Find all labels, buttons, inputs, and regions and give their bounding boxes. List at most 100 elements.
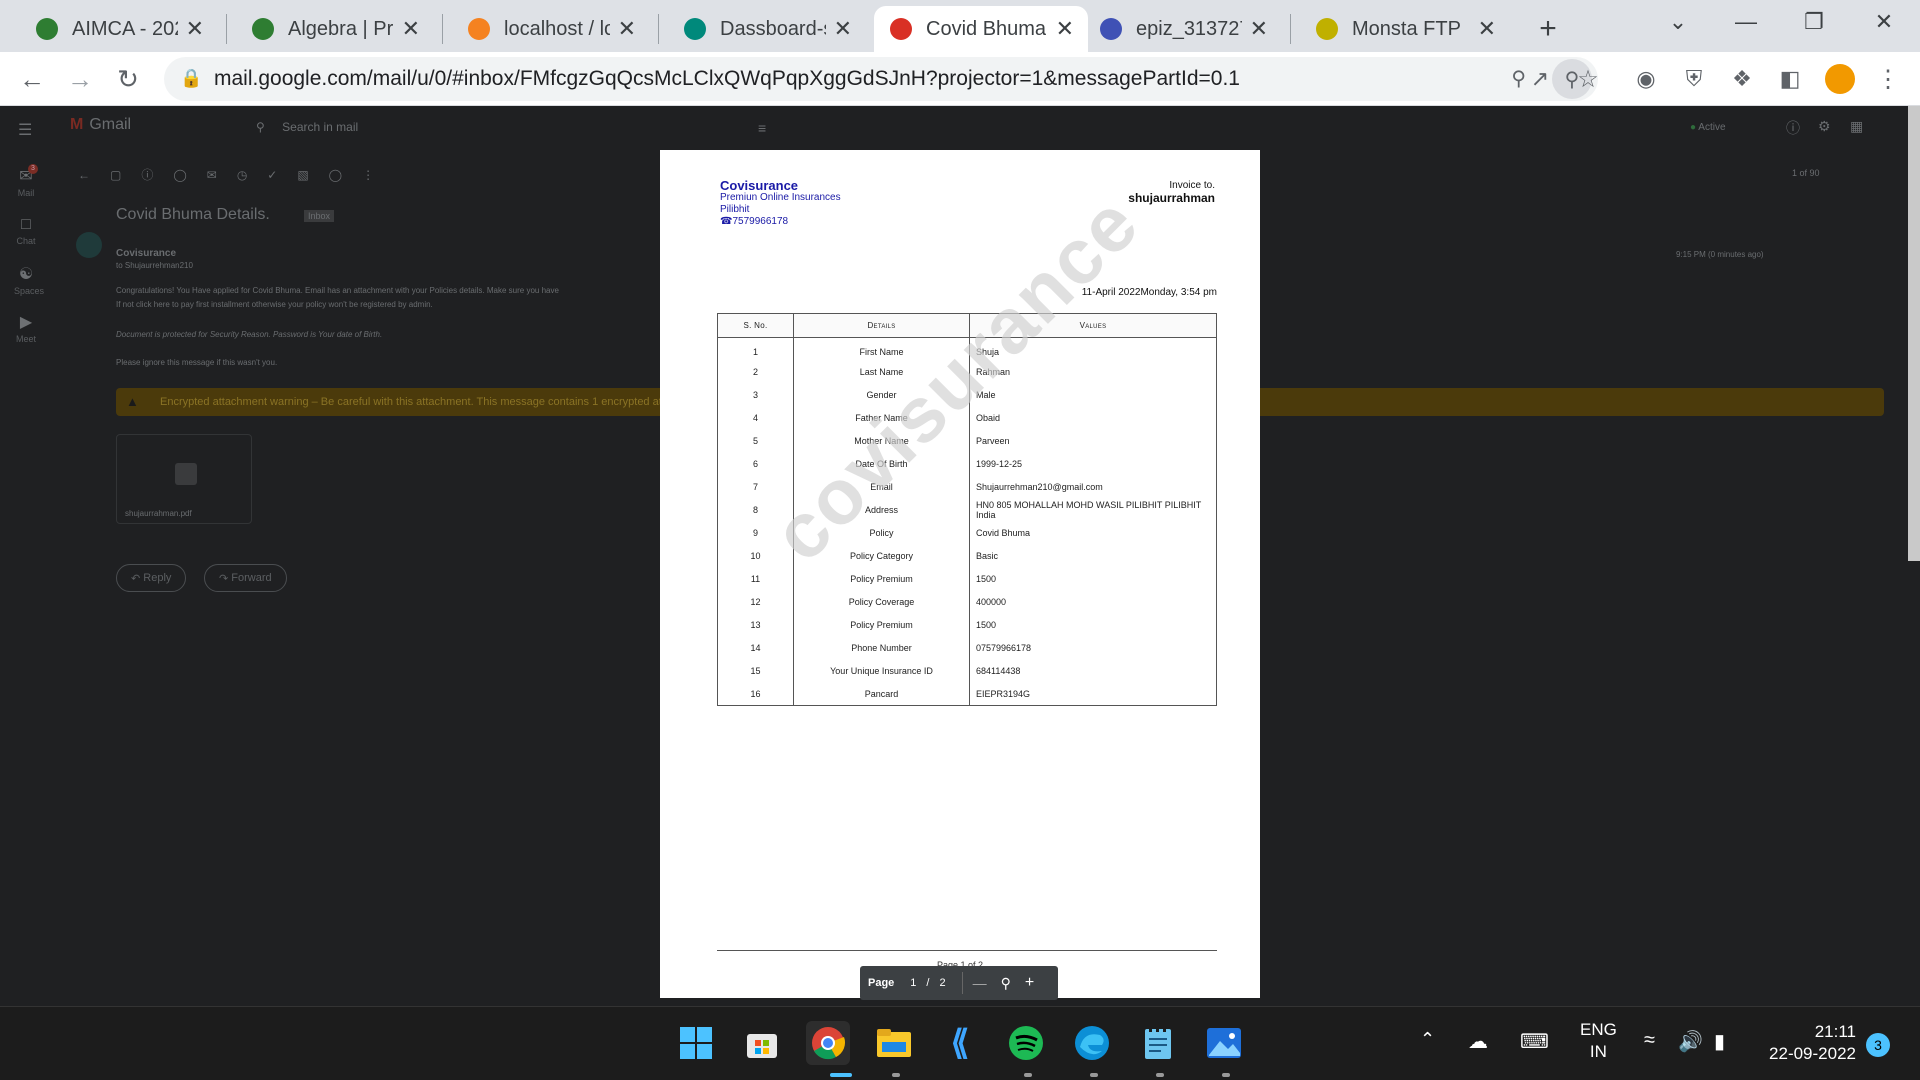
- share-icon[interactable]: ↗: [1522, 61, 1558, 97]
- close-tab-icon[interactable]: ✕: [402, 16, 420, 42]
- cell-value: Basic: [969, 544, 1217, 568]
- onedrive-cloud-icon[interactable]: ☁: [1468, 1029, 1488, 1054]
- store-icon[interactable]: [740, 1021, 784, 1065]
- keyboard-icon[interactable]: ⌨: [1520, 1029, 1549, 1054]
- browser-tab[interactable]: Dassboard-shu ✕: [668, 6, 866, 52]
- new-tab-button[interactable]: +: [1526, 6, 1570, 52]
- attachment-card[interactable]: shujaurrahman.pdf: [116, 434, 252, 524]
- search-input[interactable]: Search in mail: [282, 120, 358, 134]
- tab-separator: [1290, 14, 1291, 44]
- extensions-puzzle-icon[interactable]: ❖: [1724, 61, 1760, 97]
- back-arrow-icon[interactable]: ←: [14, 61, 50, 97]
- file-explorer-icon[interactable]: [872, 1021, 916, 1065]
- close-tab-icon[interactable]: ✕: [1250, 16, 1268, 42]
- browser-tab[interactable]: Algebra | Prob ✕: [236, 6, 434, 52]
- footer-rule: [717, 950, 1217, 951]
- close-tab-icon[interactable]: ✕: [834, 16, 852, 42]
- battery-icon[interactable]: ▮: [1714, 1029, 1725, 1054]
- browser-tab[interactable]: Covid Bhuma D ✕: [874, 6, 1088, 52]
- close-tab-icon[interactable]: ✕: [1478, 16, 1496, 42]
- vscode-icon[interactable]: ⟪: [938, 1021, 982, 1065]
- main-menu-icon[interactable]: ☰: [18, 120, 32, 140]
- restore-button[interactable]: ❐: [1784, 0, 1844, 44]
- table-row: 12 Policy Coverage 400000: [717, 590, 1217, 614]
- close-tab-icon[interactable]: ✕: [186, 16, 204, 42]
- reply-button[interactable]: ↶ Reply: [116, 564, 187, 592]
- forward-label: Forward: [231, 572, 272, 584]
- nav-chat-label: Chat: [16, 236, 36, 246]
- minimize-button[interactable]: —: [1716, 0, 1776, 44]
- forward-arrow-icon[interactable]: →: [62, 61, 98, 97]
- forward-icon: ↷: [219, 572, 232, 585]
- cell-detail: First Name: [793, 337, 970, 361]
- message-counter: 1 of 90: [1792, 168, 1820, 178]
- browser-tab[interactable]: localhost / loca ✕: [452, 6, 650, 52]
- nav-meet[interactable]: ▶ Meet: [14, 312, 38, 344]
- gmail-logo[interactable]: M Gmail: [70, 116, 131, 134]
- forward-button[interactable]: ↷ Forward: [204, 564, 287, 592]
- cell-value: 1500: [969, 567, 1217, 591]
- apps-grid-icon[interactable]: ▦: [1850, 118, 1863, 135]
- nav-spaces[interactable]: ☯ Spaces: [14, 264, 44, 296]
- browser-tab[interactable]: epiz_31372783 ✕: [1084, 6, 1282, 52]
- settings-gear-icon[interactable]: ⚙: [1818, 118, 1831, 135]
- chrome-menu-icon[interactable]: ⋮: [1870, 61, 1906, 97]
- browser-tab[interactable]: Monsta FTP ✕: [1300, 6, 1510, 52]
- profile-avatar[interactable]: [1822, 61, 1858, 97]
- close-window-button[interactable]: ✕: [1854, 0, 1914, 44]
- close-tab-icon[interactable]: ✕: [1056, 16, 1074, 42]
- cell-detail: Policy: [793, 521, 970, 545]
- header-details: Details: [793, 313, 970, 338]
- address-bar[interactable]: 🔒 mail.google.com/mail/u/0/#inbox/FMfcgz…: [164, 57, 1598, 101]
- current-page-input[interactable]: 1: [910, 977, 916, 989]
- message-action-toolbar[interactable]: ←▢ⓘ◯✉◷✓▧◯⋮: [78, 166, 394, 183]
- photos-icon[interactable]: [1202, 1021, 1246, 1065]
- volume-icon[interactable]: 🔊: [1678, 1029, 1703, 1054]
- windows-start-icon[interactable]: [674, 1021, 718, 1065]
- language-code: ENG: [1580, 1020, 1617, 1039]
- cell-value: Shuja: [969, 337, 1217, 361]
- cell-detail: Email: [793, 475, 970, 499]
- table-row: 16 Pancard EIEPR3194G: [717, 682, 1217, 706]
- input-language[interactable]: ENG IN: [1580, 1019, 1617, 1063]
- gmail-search[interactable]: ⚲ Search in mail: [256, 120, 358, 134]
- cell-detail: Policy Premium: [793, 613, 970, 637]
- spotify-icon[interactable]: [1004, 1021, 1048, 1065]
- cell-serial: 8: [717, 498, 794, 522]
- inbox-label[interactable]: Inbox: [304, 210, 335, 222]
- zoom-fit-icon[interactable]: ⚲: [1001, 975, 1011, 992]
- zoom-in-icon[interactable]: +: [1025, 974, 1034, 992]
- edge-icon[interactable]: [1070, 1021, 1114, 1065]
- nav-chat[interactable]: □ Chat: [14, 216, 38, 246]
- notepad-icon[interactable]: [1136, 1021, 1180, 1065]
- clock[interactable]: 21:11 22-09-2022: [1760, 1021, 1856, 1065]
- chrome-icon[interactable]: [806, 1021, 850, 1065]
- tab-title: Algebra | Prob: [288, 17, 394, 40]
- notification-badge[interactable]: 3: [1866, 1033, 1890, 1057]
- tab-search-chevron-icon[interactable]: ⌄: [1648, 0, 1708, 44]
- cell-detail: Policy Coverage: [793, 590, 970, 614]
- page-scrollbar[interactable]: [1908, 106, 1920, 561]
- status-indicator[interactable]: ● Active: [1690, 122, 1726, 133]
- table-row: 11 Policy Premium 1500: [717, 567, 1217, 591]
- close-tab-icon[interactable]: ✕: [618, 16, 636, 42]
- help-icon[interactable]: ⓘ: [1786, 118, 1800, 138]
- shield-extension-icon[interactable]: ⛨: [1676, 61, 1712, 97]
- cell-detail: Address: [793, 498, 970, 522]
- invoice-to-block: Invoice to. shujaurrahman: [1128, 180, 1215, 205]
- reload-icon[interactable]: ↻: [110, 61, 146, 97]
- tab-title: epiz_31372783: [1136, 17, 1242, 40]
- cell-value: EIEPR3194G: [969, 682, 1217, 706]
- extension-bug-icon[interactable]: ◉: [1628, 61, 1664, 97]
- wifi-icon[interactable]: ≈: [1644, 1029, 1655, 1052]
- warning-triangle-icon: ▲: [126, 394, 139, 409]
- browser-tab[interactable]: AIMCA - 2022_ ✕: [20, 6, 218, 52]
- zoom-out-icon[interactable]: —: [973, 975, 987, 991]
- search-options-icon[interactable]: ≡: [758, 120, 766, 136]
- show-hidden-icons-chevron-icon[interactable]: ⌃: [1420, 1029, 1435, 1050]
- cell-detail: Policy Premium: [793, 567, 970, 591]
- side-panel-icon[interactable]: ◧: [1772, 61, 1808, 97]
- tab-title: localhost / loca: [504, 17, 610, 40]
- bookmark-star-icon[interactable]: ☆: [1570, 61, 1606, 97]
- cell-value: 07579966178: [969, 636, 1217, 660]
